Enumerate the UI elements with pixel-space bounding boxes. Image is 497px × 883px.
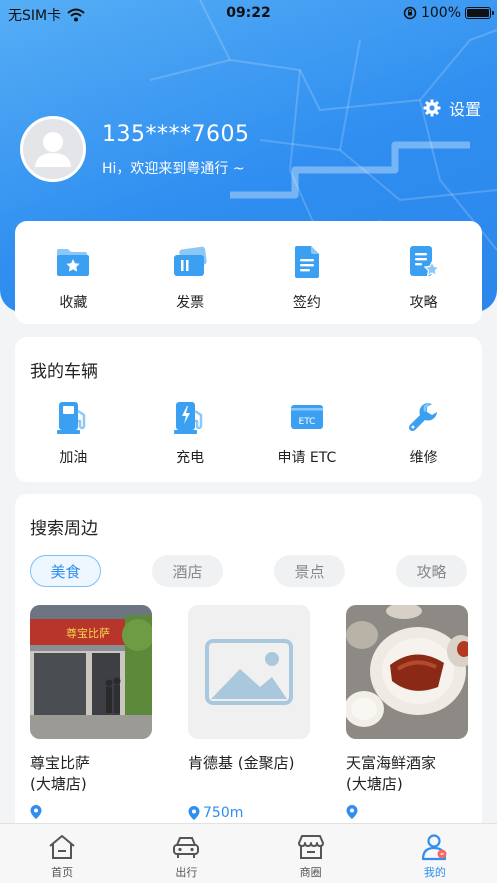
fuel-pump-icon [53, 397, 93, 437]
home-icon [46, 832, 78, 862]
folder-star-icon [53, 242, 93, 282]
vehicle-action-repair[interactable]: 维修 [365, 397, 482, 467]
vehicle-action-label: 加油 [59, 450, 88, 466]
avatar[interactable] [20, 116, 86, 182]
place-distance: 750m [188, 805, 310, 821]
place-distance [30, 805, 152, 819]
wrench-icon [404, 397, 444, 437]
battery-percent: 100% [420, 5, 461, 21]
quick-action-sign[interactable]: 签约 [249, 242, 366, 312]
tab-home[interactable]: 首页 [0, 824, 124, 883]
place-name: 尊宝比萨 (大塘店) [30, 754, 91, 793]
tab-food[interactable]: 美食 [30, 555, 101, 587]
place-photo: 尊宝比萨 [30, 605, 152, 739]
place-photo [346, 605, 468, 739]
my-vehicles-card: 我的车辆 加油 充电 ETC 申请 ETC 维修 [15, 337, 482, 482]
quick-action-label: 攻略 [409, 295, 438, 311]
quick-action-guide[interactable]: 攻略 [365, 242, 482, 312]
place-distance-value: 750m [203, 805, 244, 821]
nearby-places-list: 尊宝比萨 尊宝比萨 (大塘店) 肯德基 (金聚店) 750m 天富海鲜酒家 (大… [30, 605, 482, 821]
quick-action-label: 签约 [292, 295, 321, 311]
settings-button[interactable]: 设置 [423, 96, 481, 120]
guide-icon [404, 242, 444, 282]
tab-label: 首页 [51, 866, 74, 879]
etc-badge-text: ETC [298, 417, 315, 427]
vehicle-action-label: 维修 [409, 450, 438, 466]
welcome-text: Hi，欢迎来到粤通行 ~ [102, 161, 245, 177]
status-bar: 无SIM卡 09:22 100% [0, 0, 497, 28]
quick-action-label: 发票 [176, 295, 205, 311]
place-card[interactable]: 天富海鲜酒家 (大塘店) [346, 605, 468, 821]
place-photo-placeholder [188, 605, 310, 739]
quick-actions-card: 收藏 发票 签约 攻略 [15, 221, 482, 324]
location-pin-icon [188, 806, 200, 820]
battery-icon [465, 7, 494, 19]
status-right: 100% [403, 5, 494, 21]
settings-label: 设置 [448, 100, 481, 119]
charging-station-icon [170, 397, 210, 437]
place-name: 肯德基 (金聚店) [188, 754, 295, 772]
default-user-avatar-icon [35, 132, 71, 167]
tab-guides[interactable]: 攻略 [396, 555, 467, 587]
user-icon [419, 832, 451, 862]
location-pin-icon [30, 805, 42, 819]
bottom-tab-bar: 首页 出行 商圈 我的 [0, 823, 497, 883]
etc-card-icon: ETC [287, 397, 327, 437]
section-title: 我的车辆 [30, 362, 98, 382]
tab-attractions[interactable]: 景点 [274, 555, 345, 587]
vehicle-action-fuel[interactable]: 加油 [15, 397, 132, 467]
quick-action-favorites[interactable]: 收藏 [15, 242, 132, 312]
orientation-lock-icon [403, 6, 417, 20]
user-phone: 135****7605 [102, 122, 250, 147]
search-nearby-card: 搜索周边 美食 酒店 景点 攻略 尊宝比萨 尊宝比萨 (大塘店) 肯德基 (金聚… [15, 494, 482, 834]
invoice-icon [170, 242, 210, 282]
document-icon [287, 242, 327, 282]
car-icon [170, 832, 202, 862]
tab-travel[interactable]: 出行 [124, 824, 248, 883]
vehicle-action-label: 充电 [176, 450, 205, 466]
image-placeholder-icon [188, 605, 310, 739]
place-card[interactable]: 肯德基 (金聚店) 750m [188, 605, 310, 821]
tab-label: 我的 [423, 866, 446, 879]
restaurant-sign-text: 尊宝比萨 [66, 626, 110, 640]
nearby-category-tabs: 美食 酒店 景点 攻略 [30, 555, 467, 587]
place-name: 天富海鲜酒家 (大塘店) [346, 754, 437, 793]
place-distance [346, 805, 468, 819]
gear-icon [423, 99, 441, 117]
place-card[interactable]: 尊宝比萨 尊宝比萨 (大塘店) [30, 605, 152, 821]
tab-label: 出行 [175, 866, 198, 879]
store-icon [295, 832, 327, 862]
quick-action-label: 收藏 [59, 295, 88, 311]
tab-mine[interactable]: 我的 [373, 824, 497, 883]
vehicle-action-label: 申请 ETC [277, 450, 337, 466]
vehicle-action-etc[interactable]: ETC 申请 ETC [249, 397, 366, 467]
tab-hotel[interactable]: 酒店 [152, 555, 223, 587]
tab-business-district[interactable]: 商圈 [249, 824, 373, 883]
section-title: 搜索周边 [30, 519, 98, 539]
location-pin-icon [346, 805, 358, 819]
quick-action-invoice[interactable]: 发票 [132, 242, 249, 312]
tab-label: 商圈 [299, 866, 322, 879]
vehicle-action-charge[interactable]: 充电 [132, 397, 249, 467]
